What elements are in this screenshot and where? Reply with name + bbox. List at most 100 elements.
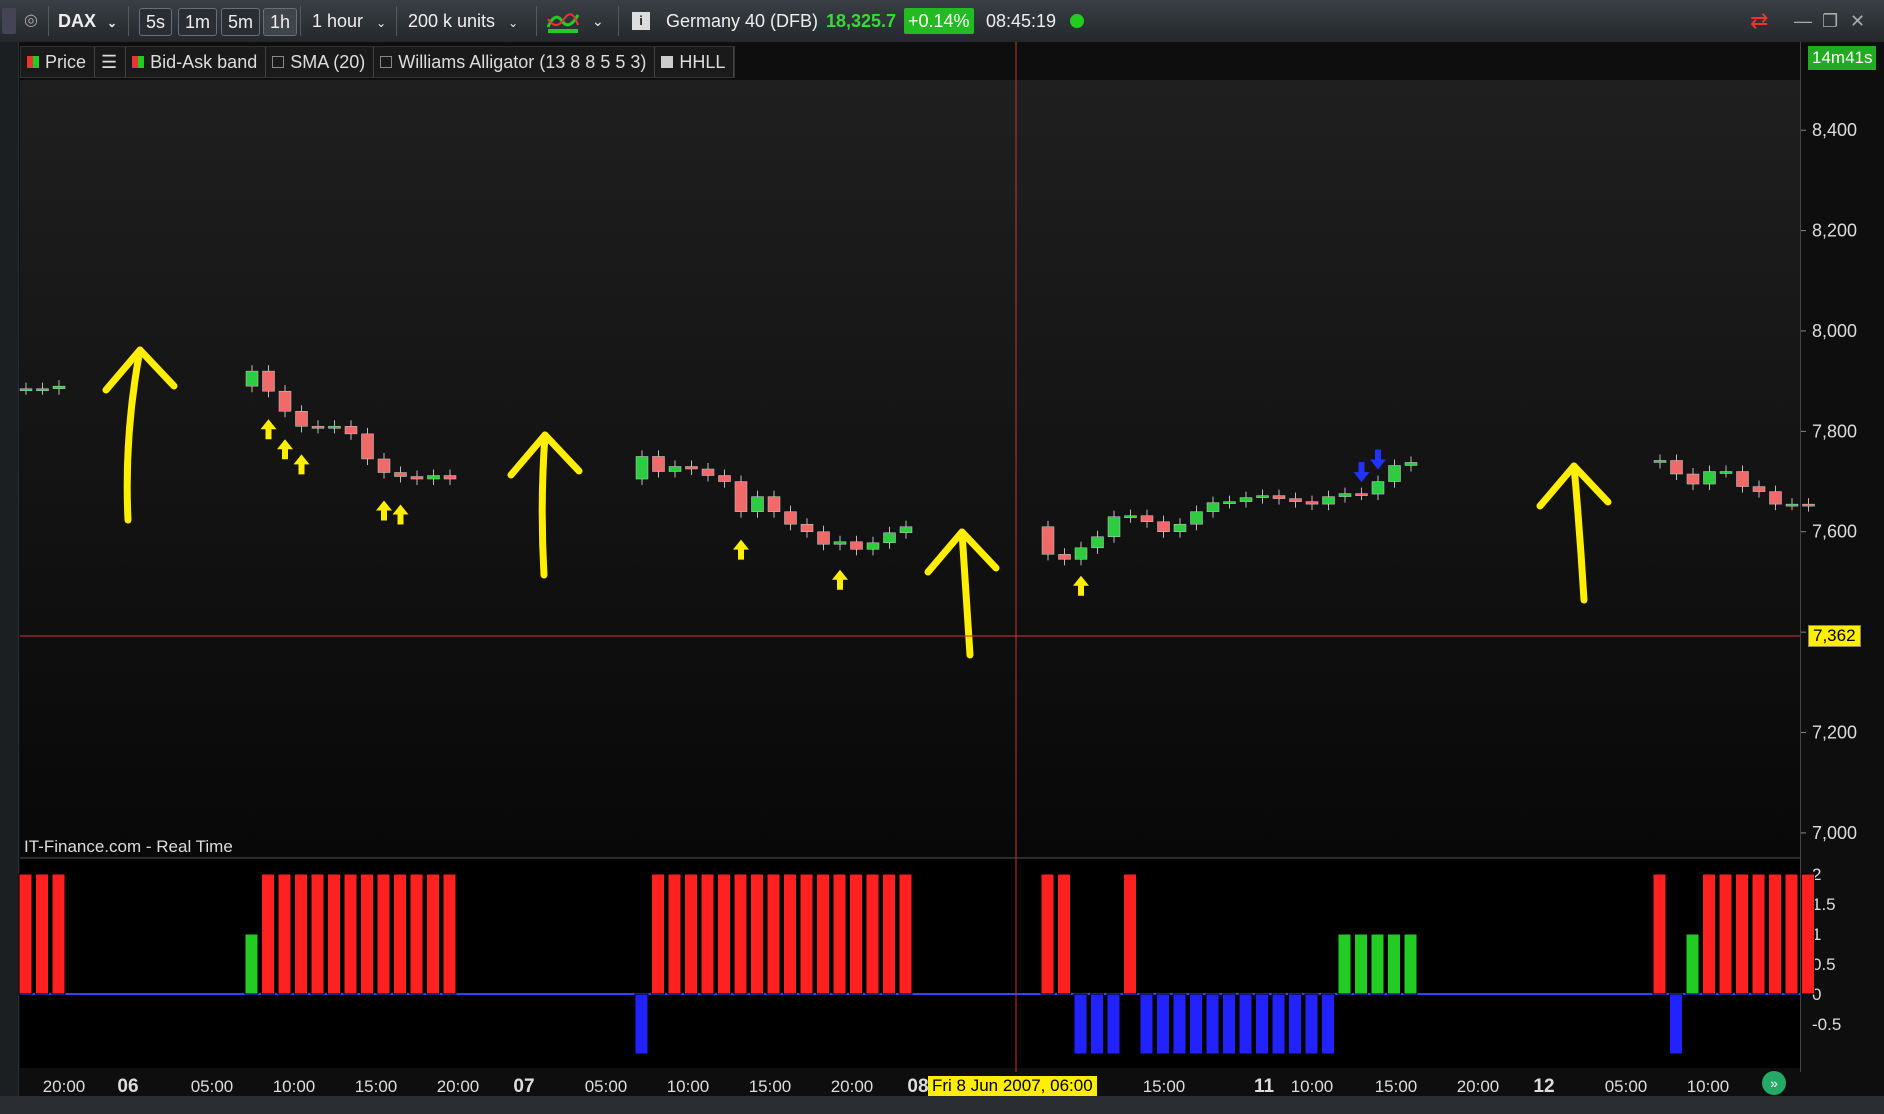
candle-body [427, 475, 440, 480]
candle-body [1338, 493, 1352, 497]
annotation-arrow-shaft [538, 431, 549, 579]
candle-body [850, 541, 863, 550]
candle-body [1041, 526, 1055, 555]
candle-body [1653, 460, 1667, 463]
price-tick-label: 7,800 [1812, 421, 1857, 441]
candle-body [377, 458, 391, 473]
time-tick-label: 11 [1254, 1076, 1275, 1096]
candle-body [278, 390, 292, 412]
histogram-bar [1321, 993, 1335, 1055]
histogram-bar [1057, 873, 1071, 995]
time-tick-label: 10:00 [1291, 1077, 1334, 1096]
histogram-bar [442, 873, 457, 995]
candle-body [685, 466, 698, 470]
price-panel-bg [20, 80, 1800, 858]
time-tick-label: 15:00 [1375, 1077, 1418, 1096]
histogram-bar [1073, 993, 1088, 1055]
candle-body [361, 433, 374, 460]
candle-body [1703, 471, 1716, 485]
histogram-tick-label: 0.5 [1812, 955, 1836, 974]
candle-body [245, 370, 259, 387]
candle-body [1091, 536, 1104, 549]
time-tick-label: 20:00 [43, 1077, 86, 1096]
candle-body [1239, 497, 1253, 502]
candle-body [1058, 554, 1071, 560]
bottom-toolbar [0, 1096, 1884, 1114]
candle-body [1388, 465, 1401, 482]
histogram-bar [294, 873, 308, 995]
candle-body [328, 426, 341, 429]
histogram-bar [766, 873, 781, 995]
histogram-bar [1123, 873, 1137, 995]
histogram-bar [832, 873, 847, 995]
candle-body [1074, 547, 1088, 560]
histogram-bar [684, 873, 698, 995]
histogram-bar [898, 873, 913, 995]
time-tick-label: 20:00 [831, 1077, 874, 1096]
histogram-bar [1685, 933, 1700, 995]
candle-body [1206, 502, 1220, 512]
candle-body [1124, 515, 1137, 518]
candle-body [1140, 515, 1154, 522]
histogram-bar [717, 873, 731, 995]
candle-body [1157, 521, 1170, 532]
crosshair-price-label: 7,362 [1808, 625, 1861, 647]
time-tick-label: 07 [513, 1076, 534, 1096]
time-tick-label: 06 [117, 1076, 138, 1096]
countdown-badge: 14m41s [1808, 46, 1877, 70]
candle-body [1785, 503, 1799, 507]
histogram-bar [1040, 873, 1055, 995]
histogram-bar [1652, 873, 1667, 995]
time-tick-label: 15:00 [355, 1077, 398, 1096]
histogram-bar [35, 873, 49, 995]
candle-body [19, 388, 33, 391]
price-chart[interactable]: 8,4008,2008,0007,8007,6007,4007,2007,000… [0, 0, 1884, 1096]
histogram-bar [18, 873, 33, 995]
candle-body [817, 531, 830, 545]
histogram-bar [1271, 993, 1286, 1055]
histogram-bar [667, 873, 682, 995]
histogram-bar [783, 873, 797, 995]
histogram-bar [1768, 873, 1782, 995]
histogram-bar [1205, 993, 1220, 1055]
histogram-bar [651, 873, 665, 995]
histogram-bar [51, 873, 66, 995]
candle-body [1802, 503, 1815, 507]
candle-body [701, 468, 715, 476]
time-tick-label: 15:00 [749, 1077, 792, 1096]
histogram-bar [327, 873, 341, 995]
candle-body [1289, 498, 1302, 502]
candle-body [1719, 471, 1733, 474]
histogram-bar [1370, 933, 1385, 995]
candle-body [883, 532, 896, 544]
time-tick-label: 15:00 [1143, 1077, 1186, 1096]
time-tick-label: 08 [907, 1076, 928, 1096]
candle-body [311, 426, 325, 429]
candle-body [784, 511, 797, 525]
histogram-bar [1139, 993, 1154, 1055]
price-tick-label: 8,400 [1812, 120, 1857, 140]
histogram-bar [426, 873, 440, 995]
histogram-bar [1403, 933, 1418, 995]
candle-body [52, 385, 66, 389]
time-tick-label: 05:00 [191, 1077, 234, 1096]
histogram-bar [750, 873, 764, 995]
candle-body [1752, 486, 1766, 492]
candle-body [1355, 493, 1368, 496]
candle-body [866, 542, 880, 550]
candle-body [262, 370, 275, 392]
histogram-bar [1387, 933, 1401, 995]
histogram-bar [261, 873, 275, 995]
candle-body [1322, 496, 1335, 505]
candle-body [1686, 473, 1700, 485]
histogram-bar [1106, 993, 1121, 1055]
time-tick-label: 20:00 [437, 1077, 480, 1096]
scroll-end-icon[interactable]: » [1762, 1071, 1786, 1095]
time-tick-label: 10:00 [273, 1077, 316, 1096]
price-tick-label: 7,200 [1812, 723, 1857, 743]
histogram-bar [1255, 993, 1269, 1055]
time-tick-label: 10:00 [1687, 1077, 1730, 1096]
candle-body [1305, 501, 1319, 505]
histogram-bar [849, 873, 863, 995]
time-tick-label: 12 [1533, 1076, 1554, 1096]
